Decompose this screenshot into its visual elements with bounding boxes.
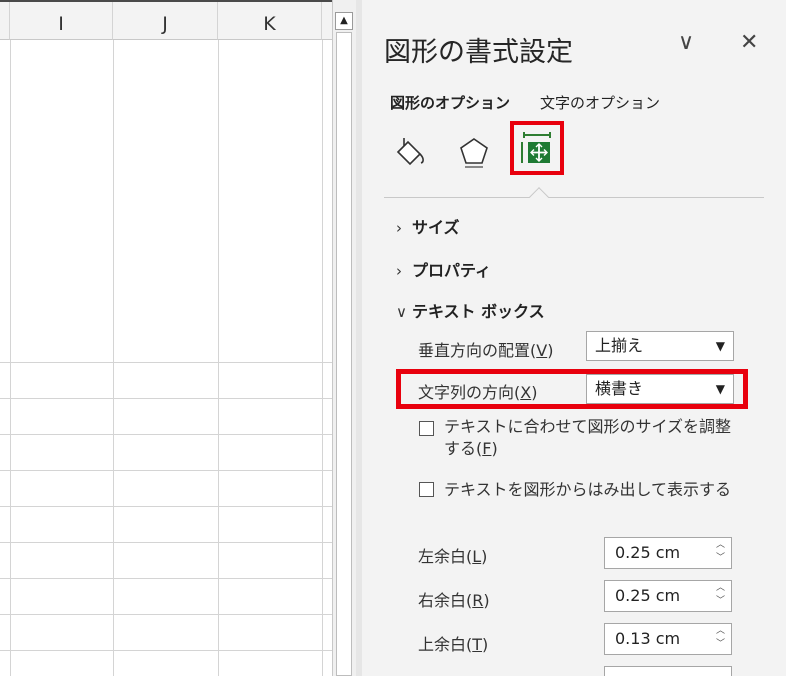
- gridline: [0, 470, 332, 471]
- column-header-l[interactable]: [322, 0, 332, 40]
- right-margin-label: 右余白(R): [418, 591, 490, 610]
- spreadsheet-grid[interactable]: I J K: [0, 0, 332, 676]
- left-margin-spinner[interactable]: 0.25 cm ︿ ﹀: [604, 537, 732, 569]
- close-icon[interactable]: ✕: [740, 30, 758, 55]
- vertical-alignment-label: 垂直方向の配置(V): [418, 341, 554, 360]
- section-text-box[interactable]: ∨ テキスト ボックス: [396, 298, 545, 322]
- dropdown-arrow-icon: ▼: [715, 339, 725, 353]
- sheet-top-border: [0, 0, 332, 2]
- gridline: [322, 40, 323, 676]
- gridline: [0, 362, 332, 363]
- top-margin-value: 0.13 cm: [615, 629, 681, 648]
- left-margin-label: 左余白(L): [418, 547, 488, 566]
- gridline: [218, 40, 219, 676]
- autofit-label[interactable]: テキストに合わせて図形のサイズを調整 する(F): [444, 416, 731, 460]
- left-margin-value: 0.25 cm: [615, 543, 681, 562]
- bottom-margin-spinner[interactable]: [604, 666, 732, 676]
- effects-icon[interactable]: [454, 132, 494, 172]
- format-shape-pane: 図形の書式設定 ∨ ✕ 図形のオプション 文字のオプション › サイズ › プロ…: [362, 0, 786, 676]
- spin-arrows-icon[interactable]: ︿ ﹀: [716, 625, 725, 651]
- scroll-thumb[interactable]: [336, 32, 352, 676]
- icon-divider: [384, 197, 764, 198]
- gridline: [0, 542, 332, 543]
- overflow-label[interactable]: テキストを図形からはみ出して表示する: [444, 479, 731, 501]
- section-properties[interactable]: › プロパティ: [396, 257, 491, 281]
- gridline: [10, 40, 11, 676]
- pane-title: 図形の書式設定: [384, 37, 573, 68]
- size-properties-icon[interactable]: [510, 121, 564, 175]
- gridline: [113, 40, 114, 676]
- autofit-checkbox[interactable]: [419, 421, 434, 436]
- chevron-down-icon: ∨: [396, 303, 407, 321]
- selected-icon-pointer: [529, 187, 549, 207]
- chevron-right-icon: ›: [396, 219, 402, 237]
- column-header-j[interactable]: J: [113, 0, 218, 40]
- chevron-right-icon: ›: [396, 262, 402, 280]
- pane-options-chevron-icon[interactable]: ∨: [678, 30, 694, 55]
- vertical-scrollbar[interactable]: ▲: [332, 0, 356, 676]
- vertical-alignment-dropdown[interactable]: 上揃え ▼: [586, 331, 734, 361]
- column-header-i[interactable]: I: [10, 0, 113, 40]
- spin-arrows-icon[interactable]: ︿ ﹀: [716, 582, 725, 608]
- right-margin-value: 0.25 cm: [615, 586, 681, 605]
- overflow-checkbox[interactable]: [419, 482, 434, 497]
- gridline: [0, 614, 332, 615]
- section-properties-label: プロパティ: [412, 261, 492, 280]
- gridline: [0, 398, 332, 399]
- gridline: [0, 506, 332, 507]
- column-header-h[interactable]: [0, 0, 10, 40]
- column-header-k[interactable]: K: [218, 0, 322, 40]
- fill-line-icon[interactable]: [390, 132, 430, 172]
- gridline: [0, 434, 332, 435]
- gridline: [0, 650, 332, 651]
- gridline: [0, 578, 332, 579]
- vertical-alignment-value: 上揃え: [595, 336, 644, 355]
- tab-shape-options[interactable]: 図形のオプション: [390, 92, 510, 113]
- scroll-up-button[interactable]: ▲: [335, 12, 353, 30]
- section-size[interactable]: › サイズ: [396, 214, 460, 238]
- top-margin-spinner[interactable]: 0.13 cm ︿ ﹀: [604, 623, 732, 655]
- section-size-label: サイズ: [412, 218, 460, 237]
- tab-text-options[interactable]: 文字のオプション: [540, 92, 660, 113]
- spin-arrows-icon[interactable]: ︿ ﹀: [716, 539, 725, 565]
- section-text-box-label: テキスト ボックス: [412, 302, 545, 321]
- red-highlight-box: [396, 369, 748, 409]
- right-margin-spinner[interactable]: 0.25 cm ︿ ﹀: [604, 580, 732, 612]
- top-margin-label: 上余白(T): [418, 635, 489, 654]
